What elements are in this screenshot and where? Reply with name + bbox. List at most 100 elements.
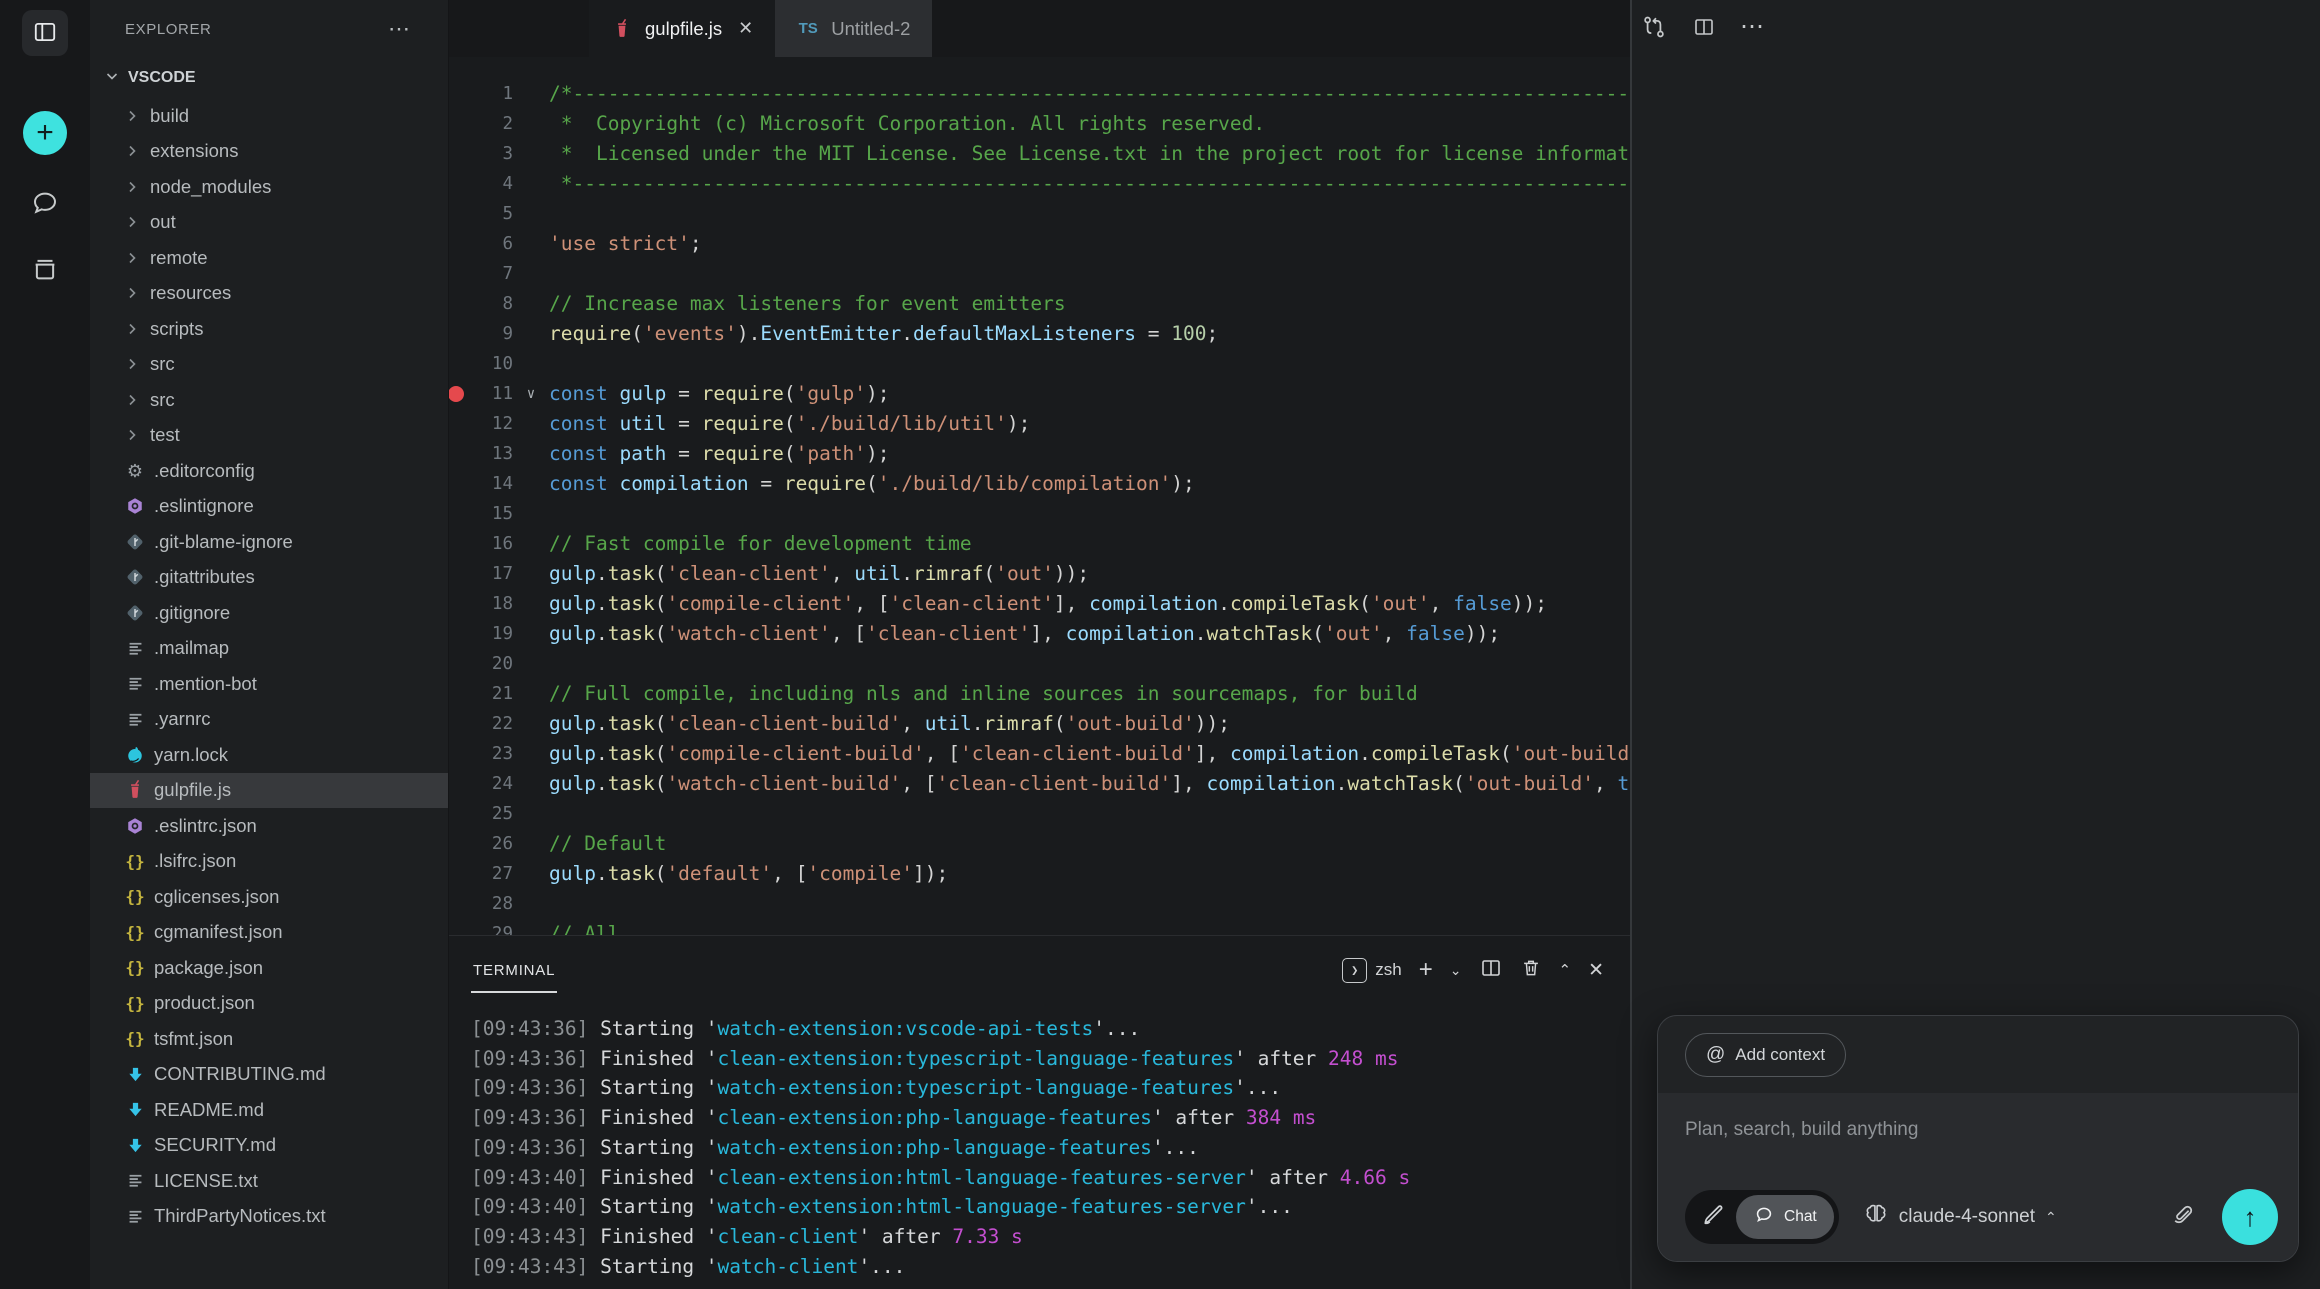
line-number[interactable]: 7 [449, 259, 513, 289]
file-row-.gitignore[interactable]: .gitignore [90, 595, 448, 631]
new-session-button[interactable]: + [23, 111, 67, 155]
line-number[interactable]: 17 [449, 559, 513, 589]
item-label: ThirdPartyNotices.txt [154, 1205, 326, 1227]
code-text: require('events').EventEmitter.defaultMa… [549, 319, 1218, 349]
folder-row-src[interactable]: src [90, 382, 448, 418]
file-row-tsfmt.json[interactable]: {}tsfmt.json [90, 1021, 448, 1057]
line-number[interactable]: 20 [449, 649, 513, 679]
file-row-.editorconfig[interactable]: ⚙.editorconfig [90, 453, 448, 489]
line-number[interactable]: 28 [449, 889, 513, 919]
toggle-sidebar-button[interactable] [22, 10, 68, 56]
ellipsis-icon[interactable]: ⋯ [1740, 12, 1766, 41]
line-number[interactable]: 2 [449, 109, 513, 139]
close-panel-button[interactable]: ✕ [1588, 959, 1604, 982]
line-number[interactable]: 24 [449, 769, 513, 799]
line-number[interactable]: 4 [449, 169, 513, 199]
line-number[interactable]: 1 [449, 79, 513, 109]
file-row-ThirdPartyNotices.txt[interactable]: ThirdPartyNotices.txt [90, 1199, 448, 1235]
chat-input-area[interactable]: Plan, search, build anything Chat cla [1658, 1093, 2298, 1261]
code-text: // All [549, 919, 619, 935]
file-row-cgmanifest.json[interactable]: {}cgmanifest.json [90, 915, 448, 951]
file-row-product.json[interactable]: {}product.json [90, 986, 448, 1022]
file-row-yarn.lock[interactable]: yarn.lock [90, 737, 448, 773]
model-selector[interactable]: claude-4-sonnet ⌃ [1863, 1201, 2057, 1233]
item-label: .mention-bot [154, 673, 257, 695]
workspace-root-row[interactable]: VSCODE [90, 58, 448, 98]
line-number[interactable]: 22 [449, 709, 513, 739]
json-icon: {} [124, 1028, 146, 1050]
terminal-dropdown-button[interactable]: ⌄ [1450, 962, 1462, 979]
code-text: *---------------------------------------… [549, 169, 1630, 199]
attach-file-button[interactable] [2170, 1202, 2196, 1233]
file-row-.eslintignore[interactable]: .eslintignore [90, 489, 448, 525]
line-number[interactable]: 5 [449, 199, 513, 229]
chat-mode-button[interactable]: Chat [1736, 1195, 1834, 1239]
folder-row-src[interactable]: src [90, 347, 448, 383]
gutter-spacer [513, 559, 549, 589]
file-row-cglicenses.json[interactable]: {}cglicenses.json [90, 879, 448, 915]
file-row-.lsifrc.json[interactable]: {}.lsifrc.json [90, 844, 448, 880]
add-context-button[interactable]: @ Add context [1685, 1033, 1846, 1077]
typescript-icon: TS [797, 18, 819, 40]
fold-chevron-icon[interactable]: ∨ [513, 379, 549, 409]
file-row-SECURITY.md[interactable]: SECURITY.md [90, 1128, 448, 1164]
archive-button[interactable] [29, 255, 61, 287]
line-number[interactable]: 23 [449, 739, 513, 769]
line-number[interactable]: 26 [449, 829, 513, 859]
tab-gulpfile.js[interactable]: gulpfile.js✕ [589, 0, 775, 57]
file-row-gulpfile.js[interactable]: gulpfile.js [90, 773, 448, 809]
explorer-more-icon[interactable]: ⋯ [388, 16, 412, 42]
gutter-spacer [513, 589, 549, 619]
folder-row-remote[interactable]: remote [90, 240, 448, 276]
line-number[interactable]: 12 [449, 409, 513, 439]
line-number[interactable]: 13 [449, 439, 513, 469]
kill-terminal-button[interactable] [1520, 957, 1542, 984]
file-row-.yarnrc[interactable]: .yarnrc [90, 702, 448, 738]
line-number[interactable]: 9 [449, 319, 513, 349]
archive-icon [30, 254, 60, 289]
line-number[interactable]: 8 [449, 289, 513, 319]
code-editor[interactable]: 1/*-------------------------------------… [449, 57, 1630, 935]
file-row-LICENSE.txt[interactable]: LICENSE.txt [90, 1163, 448, 1199]
send-button[interactable]: ↑ [2222, 1189, 2278, 1245]
folder-row-out[interactable]: out [90, 205, 448, 241]
file-row-CONTRIBUTING.md[interactable]: CONTRIBUTING.md [90, 1057, 448, 1093]
compare-changes-icon[interactable] [1640, 13, 1668, 41]
folder-row-test[interactable]: test [90, 418, 448, 454]
terminal-output[interactable]: [09:43:36] Starting 'watch-extension:vsc… [449, 1004, 1630, 1281]
split-editor-icon[interactable] [1692, 15, 1716, 39]
file-row-.gitattributes[interactable]: .gitattributes [90, 560, 448, 596]
file-row-README.md[interactable]: README.md [90, 1092, 448, 1128]
line-number[interactable]: 29 [449, 919, 513, 935]
compose-mode-button[interactable] [1690, 1202, 1736, 1233]
split-terminal-button[interactable] [1479, 956, 1503, 985]
folder-row-node_modules[interactable]: node_modules [90, 169, 448, 205]
line-number[interactable]: 18 [449, 589, 513, 619]
terminal-tab[interactable]: TERMINAL [471, 948, 557, 993]
line-number[interactable]: 25 [449, 799, 513, 829]
folder-row-build[interactable]: build [90, 98, 448, 134]
line-number[interactable]: 3 [449, 139, 513, 169]
file-row-.eslintrc.json[interactable]: .eslintrc.json [90, 808, 448, 844]
line-number[interactable]: 15 [449, 499, 513, 529]
file-row-.git-blame-ignore[interactable]: .git-blame-ignore [90, 524, 448, 560]
line-number[interactable]: 16 [449, 529, 513, 559]
file-row-.mention-bot[interactable]: .mention-bot [90, 666, 448, 702]
line-number[interactable]: 19 [449, 619, 513, 649]
line-number[interactable]: 27 [449, 859, 513, 889]
folder-row-extensions[interactable]: extensions [90, 134, 448, 170]
file-row-package.json[interactable]: {}package.json [90, 950, 448, 986]
shell-selector[interactable]: ❯ zsh [1342, 958, 1401, 983]
tab-Untitled-2[interactable]: TSUntitled-2 [775, 0, 932, 57]
file-row-.mailmap[interactable]: .mailmap [90, 631, 448, 667]
line-number[interactable]: 14 [449, 469, 513, 499]
folder-row-scripts[interactable]: scripts [90, 311, 448, 347]
close-tab-icon[interactable]: ✕ [738, 18, 753, 39]
line-number[interactable]: 21 [449, 679, 513, 709]
maximize-panel-button[interactable]: ⌃ [1559, 961, 1572, 979]
folder-row-resources[interactable]: resources [90, 276, 448, 312]
line-number[interactable]: 10 [449, 349, 513, 379]
chat-bubble-button[interactable] [29, 189, 61, 221]
line-number[interactable]: 6 [449, 229, 513, 259]
new-terminal-button[interactable]: + [1419, 956, 1433, 984]
